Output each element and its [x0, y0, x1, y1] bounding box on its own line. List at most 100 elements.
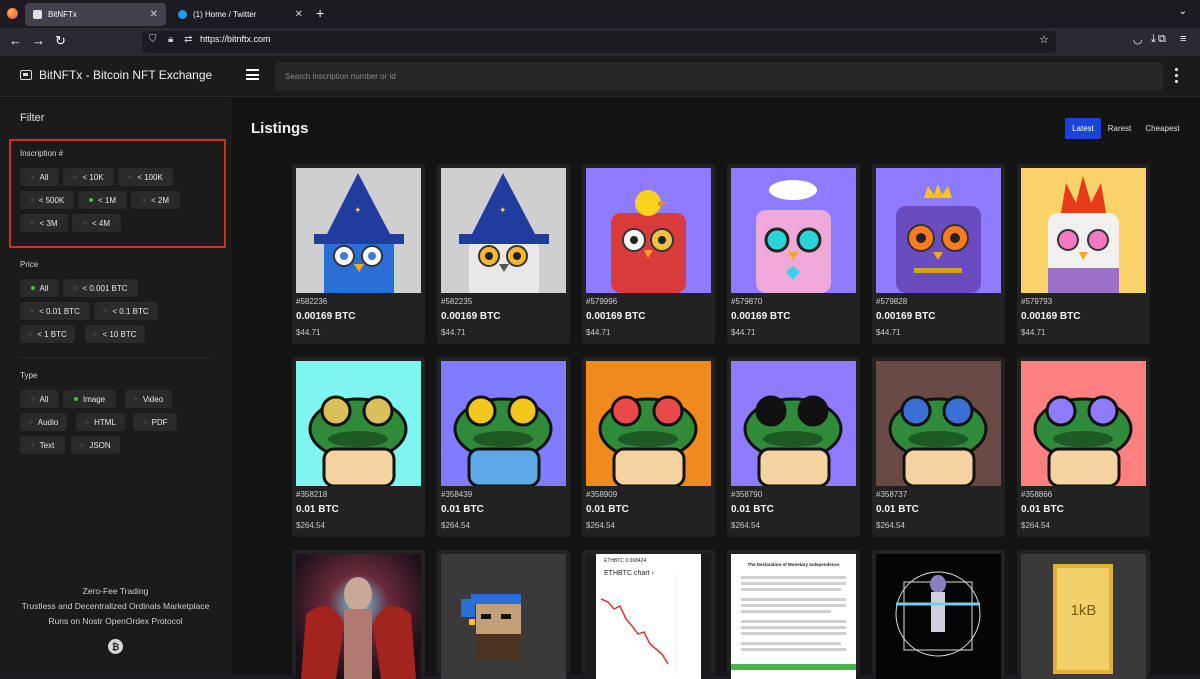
new-tab-icon[interactable]: +: [316, 5, 324, 21]
svg-text:✦: ✦: [354, 205, 362, 215]
type-option-text[interactable]: Text: [20, 436, 65, 454]
listing-card[interactable]: ✦ #582235 0.00169 BTC $44.71: [437, 164, 570, 344]
listing-card[interactable]: [292, 550, 425, 679]
price-option-10[interactable]: < 10 BTC: [85, 325, 145, 343]
pocket-icon[interactable]: ◡: [1133, 33, 1143, 46]
more-options-icon[interactable]: [1175, 68, 1179, 86]
type-label: Type: [20, 371, 38, 380]
listing-card[interactable]: #358866 0.01 BTC $264.54: [1017, 357, 1150, 537]
price-option-1[interactable]: < 1 BTC: [20, 325, 75, 343]
listing-image[interactable]: [1021, 168, 1146, 293]
price-option-01[interactable]: < 0.1 BTC: [94, 302, 158, 320]
footer-nostr[interactable]: Runs on Nostr OpenOrdex Protocol: [0, 616, 231, 626]
listing-image[interactable]: [296, 554, 421, 679]
radio-dot-icon: [128, 175, 133, 179]
listing-card[interactable]: #579793 0.00169 BTC $44.71: [1017, 164, 1150, 344]
listing-image[interactable]: [876, 168, 1001, 293]
search-input[interactable]: [275, 62, 1163, 91]
inscription-option-500k[interactable]: < 500K: [20, 191, 74, 209]
listing-image[interactable]: [296, 361, 421, 486]
listing-image[interactable]: 1kB: [1021, 554, 1146, 679]
firefox-logo-icon[interactable]: [7, 8, 18, 19]
listing-image[interactable]: [876, 554, 1001, 679]
listing-card[interactable]: #358218 0.01 BTC $264.54: [292, 357, 425, 537]
type-option-pdf[interactable]: PDF: [133, 413, 177, 431]
listing-number: #358866: [1021, 490, 1053, 499]
reload-icon[interactable]: ↻: [55, 33, 66, 49]
bookmark-star-icon[interactable]: ☆: [1039, 33, 1049, 46]
extensions-icon[interactable]: ⧉: [1158, 33, 1166, 46]
inscription-option-3m[interactable]: < 3M: [20, 214, 68, 232]
sort-cheapest-button[interactable]: Cheapest: [1140, 118, 1185, 139]
listing-price-usd: $44.71: [586, 328, 611, 337]
tab-title: BitNFTx: [48, 10, 77, 19]
price-label: Price: [20, 260, 39, 269]
listing-price-usd: $44.71: [441, 328, 466, 337]
inscription-option-2m[interactable]: < 2M: [131, 191, 180, 209]
tab-twitter[interactable]: (1) Home / Twitter ✕: [170, 3, 311, 26]
listing-image[interactable]: ETHBTC 0.068424 ETHBTC chart ›: [586, 554, 711, 679]
hamburger-menu-icon[interactable]: [246, 69, 259, 80]
listing-image[interactable]: ✦: [441, 168, 566, 293]
close-tab-icon[interactable]: ✕: [150, 9, 158, 20]
price-option-0001[interactable]: < 0.001 BTC: [63, 279, 138, 297]
type-option-audio[interactable]: Audio: [20, 413, 67, 431]
listing-card[interactable]: 1kB: [1017, 550, 1150, 679]
listing-image[interactable]: ✦: [296, 168, 421, 293]
listing-card[interactable]: #579996 0.00169 BTC $44.71: [582, 164, 715, 344]
listing-card[interactable]: ETHBTC 0.068424 ETHBTC chart ›: [582, 550, 715, 679]
type-option-json[interactable]: JSON: [71, 436, 120, 454]
listing-price-usd: $264.54: [1021, 521, 1050, 530]
type-option-html[interactable]: HTML: [76, 413, 125, 431]
permissions-icon[interactable]: ⇄: [184, 34, 192, 45]
price-option-001[interactable]: < 0.01 BTC: [20, 302, 90, 320]
type-option-image[interactable]: Image: [63, 390, 116, 408]
bitcoin-icon[interactable]: ₿: [108, 639, 123, 654]
inscription-option-1m[interactable]: < 1M: [78, 191, 127, 209]
brand[interactable]: BitNFTx - Bitcoin NFT Exchange: [20, 68, 212, 82]
listing-card[interactable]: #358909 0.01 BTC $264.54: [582, 357, 715, 537]
listing-card[interactable]: #358790 0.01 BTC $264.54: [727, 357, 860, 537]
sort-latest-button[interactable]: Latest: [1065, 118, 1101, 139]
back-icon[interactable]: ←: [9, 33, 22, 49]
listing-image[interactable]: [441, 554, 566, 679]
listing-image[interactable]: [731, 361, 856, 486]
inscription-option-4m[interactable]: < 4M: [72, 214, 121, 232]
tab-bitnftx[interactable]: BitNFTx ✕: [25, 3, 166, 26]
type-option-video[interactable]: Video: [125, 390, 172, 408]
listing-card[interactable]: #358439 0.01 BTC $264.54: [437, 357, 570, 537]
list-all-tabs-icon[interactable]: ⌄: [1179, 6, 1187, 17]
listing-image[interactable]: [586, 168, 711, 293]
url-text[interactable]: https://bitnftx.com: [200, 34, 271, 44]
shield-icon[interactable]: ⛉: [149, 34, 157, 45]
listing-card[interactable]: #579828 0.00169 BTC $44.71: [872, 164, 1005, 344]
app-menu-icon[interactable]: ≡: [1180, 33, 1186, 45]
inscription-option-100k[interactable]: < 100K: [118, 168, 173, 186]
listing-image[interactable]: [441, 361, 566, 486]
top-bar: BitNFTx - Bitcoin NFT Exchange: [0, 56, 1200, 97]
listing-card[interactable]: [872, 550, 1005, 679]
price-option-all[interactable]: All: [20, 279, 59, 297]
listing-card[interactable]: #579870 0.00169 BTC $44.71: [727, 164, 860, 344]
sort-rarest-button[interactable]: Rarest: [1103, 118, 1136, 139]
listing-card[interactable]: [437, 550, 570, 679]
inscription-option-10k[interactable]: < 10K: [63, 168, 114, 186]
lock-icon[interactable]: 🔒︎: [168, 34, 173, 45]
listing-image[interactable]: [586, 361, 711, 486]
url-bar[interactable]: [142, 31, 1056, 53]
listing-card[interactable]: ✦ #582236 0.00169 BTC $44.71: [292, 164, 425, 344]
downloads-icon[interactable]: ⤓: [1151, 33, 1156, 46]
forward-icon[interactable]: →: [32, 33, 45, 49]
type-option-all[interactable]: All: [20, 390, 59, 408]
listing-price-btc: 0.01 BTC: [876, 504, 919, 515]
close-tab-icon[interactable]: ✕: [295, 9, 303, 20]
inscription-option-all[interactable]: All: [20, 168, 59, 186]
listing-card[interactable]: The Declaration of Monetary Independence: [727, 550, 860, 679]
listing-image[interactable]: [1021, 361, 1146, 486]
listing-image[interactable]: The Declaration of Monetary Independence: [731, 554, 856, 679]
radio-dot-icon: [93, 332, 98, 336]
browser-chrome: BitNFTx ✕ (1) Home / Twitter ✕ + ⌄ ← → ↻…: [0, 0, 1200, 56]
listing-image[interactable]: [731, 168, 856, 293]
listing-card[interactable]: #358737 0.01 BTC $264.54: [872, 357, 1005, 537]
listing-image[interactable]: [876, 361, 1001, 486]
